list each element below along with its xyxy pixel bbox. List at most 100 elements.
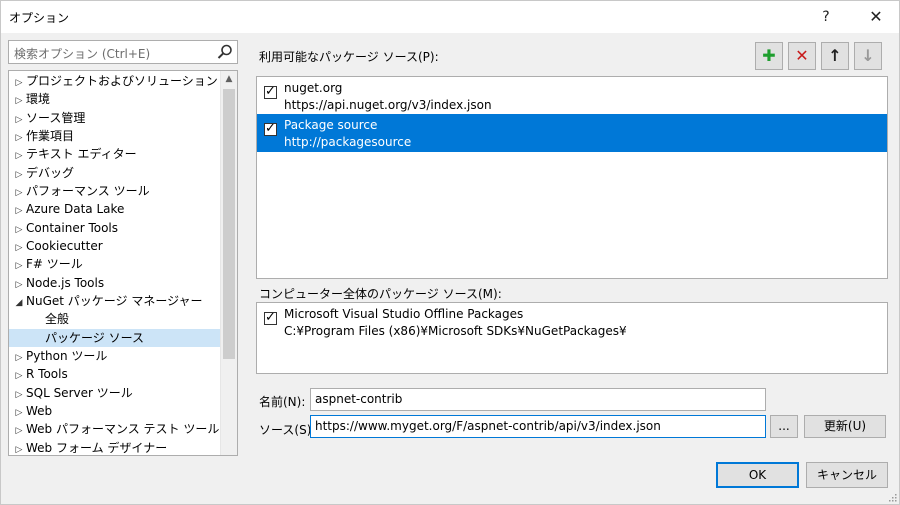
tree-item[interactable]: ▷ 作業項目 (9, 127, 220, 145)
expand-arrow-icon[interactable]: ▷ (12, 404, 26, 422)
expand-arrow-icon[interactable]: ▷ (12, 202, 26, 220)
search-icon[interactable] (216, 43, 234, 61)
expand-arrow-icon[interactable]: ▷ (12, 239, 26, 257)
tree-item[interactable]: ▷ 環境 (9, 90, 220, 108)
source-checkbox[interactable]: ✓ (264, 121, 277, 136)
move-down-button[interactable]: ↓ (854, 42, 882, 70)
tree-item-label: 作業項目 (26, 128, 75, 143)
source-name: Microsoft Visual Studio Offline Packages (284, 307, 524, 321)
tree-item[interactable]: ▷ Azure Data Lake (9, 200, 220, 218)
source-url: C:¥Program Files (x86)¥Microsoft SDKs¥Nu… (284, 324, 627, 338)
update-button[interactable]: 更新(U) (804, 415, 886, 438)
tree-item-label: Azure Data Lake (26, 202, 125, 217)
expand-arrow-icon[interactable]: ▷ (12, 147, 26, 165)
add-source-button[interactable]: ✚ (755, 42, 783, 70)
tree-item-label: Node.js Tools (26, 275, 105, 290)
search-input[interactable]: 検索オプション (Ctrl+E) (8, 40, 238, 64)
tree-item[interactable]: ▷ Container Tools (9, 219, 220, 237)
remove-icon: ✕ (795, 46, 809, 65)
expand-arrow-icon[interactable]: ▷ (12, 129, 26, 147)
tree-item[interactable]: ▷ Web フォーム デザイナー (9, 439, 220, 455)
tree-item[interactable]: ▷ パフォーマンス ツール (9, 182, 220, 200)
tree-item[interactable]: ▷ F# ツール (9, 255, 220, 273)
tree-item-label: Container Tools (26, 220, 119, 235)
title-bar: オプション ? ✕ (1, 1, 899, 33)
tree-item[interactable]: ▷ Web パフォーマンス テスト ツール (9, 420, 220, 438)
tree-item-label: パッケージ ソース (45, 330, 144, 345)
tree-item[interactable]: 全般 (9, 310, 220, 328)
expand-arrow-icon[interactable]: ▷ (12, 111, 26, 129)
tree-item-label: テキスト エディター (26, 147, 137, 162)
tree-item[interactable]: ▷ Node.js Tools (9, 274, 220, 292)
tree-item[interactable]: ◢ NuGet パッケージ マネージャー (9, 292, 220, 310)
source-item-offline[interactable]: ✓ Microsoft Visual Studio Offline Packag… (257, 303, 887, 341)
expand-arrow-icon[interactable]: ▷ (12, 74, 26, 92)
tree-item[interactable]: ▷ R Tools (9, 365, 220, 383)
source-name: nuget.org (284, 81, 343, 95)
source-url: https://api.nuget.org/v3/index.json (284, 98, 492, 112)
tree-item-label: プロジェクトおよびソリューション (26, 74, 218, 88)
close-button[interactable]: ✕ (853, 1, 899, 33)
name-label: 名前(N): (259, 395, 306, 409)
expand-arrow-icon[interactable]: ▷ (12, 386, 26, 404)
expand-arrow-icon[interactable]: ▷ (12, 221, 26, 239)
scroll-up-arrow-icon[interactable]: ▲ (221, 71, 237, 88)
source-checkbox[interactable]: ✓ (264, 310, 277, 325)
source-item-nuget[interactable]: ✓ nuget.org https://api.nuget.org/v3/ind… (257, 77, 887, 115)
options-tree[interactable]: ▷ プロジェクトおよびソリューション ▷ 環境 ▷ ソース管理 ▷ 作業項目 ▷ テキスト エディ… (8, 70, 238, 456)
tree-item[interactable]: ▷ Python ツール (9, 347, 220, 365)
source-field[interactable]: https://www.myget.org/F/aspnet-contrib/a… (310, 415, 766, 438)
tree-item[interactable]: パッケージ ソース (9, 328, 220, 347)
remove-source-button[interactable]: ✕ (788, 42, 816, 70)
resize-grip-icon[interactable] (887, 492, 897, 502)
checkmark-icon: ✓ (265, 310, 276, 325)
tree-item-label: Web パフォーマンス テスト ツール (26, 422, 220, 437)
tree-item[interactable]: ▷ プロジェクトおよびソリューション (9, 72, 220, 90)
available-sources-label: 利用可能なパッケージ ソース(P): (259, 50, 439, 64)
tree-item-label: ソース管理 (26, 110, 86, 125)
source-url: http://packagesource (284, 135, 412, 149)
move-up-button[interactable]: ↑ (821, 42, 849, 70)
tree-scrollbar[interactable]: ▲ (220, 71, 237, 455)
ok-button[interactable]: OK (716, 462, 799, 488)
tree-item[interactable]: ▷ デバッグ (9, 164, 220, 182)
options-dialog: オプション ? ✕ 検索オプション (Ctrl+E) ▷ プロジェクトおよびソリュ… (0, 0, 900, 505)
arrow-up-icon: ↑ (828, 46, 842, 65)
tree-item-label: SQL Server ツール (26, 385, 133, 400)
window-title: オプション (9, 11, 70, 25)
tree-item[interactable]: ▷ Web (9, 402, 220, 420)
source-checkbox[interactable]: ✓ (264, 84, 277, 99)
tree-item-label: パフォーマンス ツール (26, 183, 150, 198)
name-field[interactable]: aspnet-contrib (310, 388, 766, 411)
tree-item-label: F# ツール (26, 257, 83, 272)
expand-arrow-icon[interactable]: ▷ (12, 441, 26, 455)
machine-sources-list[interactable]: ✓ Microsoft Visual Studio Offline Packag… (256, 302, 888, 374)
expand-arrow-icon[interactable]: ▷ (12, 184, 26, 202)
tree-item[interactable]: ▷ テキスト エディター (9, 145, 220, 163)
expand-arrow-icon[interactable]: ▷ (12, 367, 26, 385)
help-button[interactable]: ? (803, 1, 849, 33)
search-placeholder: 検索オプション (Ctrl+E) (14, 47, 151, 61)
scroll-thumb[interactable] (223, 89, 235, 359)
tree-item-label: デバッグ (26, 165, 75, 180)
tree-item-label: 環境 (26, 92, 51, 107)
tree-item[interactable]: ▷ Cookiecutter (9, 237, 220, 255)
tree-item[interactable]: ▷ SQL Server ツール (9, 384, 220, 402)
tree-item-label: Python ツール (26, 348, 108, 363)
tree-item[interactable]: ▷ ソース管理 (9, 109, 220, 127)
expand-arrow-icon[interactable]: ▷ (12, 422, 26, 440)
plus-icon: ✚ (762, 46, 776, 65)
browse-button[interactable]: ... (770, 415, 798, 438)
checkmark-icon: ✓ (265, 121, 276, 136)
expand-arrow-icon[interactable]: ▷ (12, 166, 26, 184)
expanded-arrow-icon[interactable]: ◢ (12, 294, 26, 312)
tree-item-label: Web フォーム デザイナー (26, 440, 168, 455)
source-item-package-source[interactable]: ✓ Package source http://packagesource (257, 114, 887, 152)
expand-arrow-icon[interactable]: ▷ (12, 349, 26, 367)
expand-arrow-icon[interactable]: ▷ (12, 92, 26, 110)
tree-item-label: Cookiecutter (26, 238, 103, 253)
expand-arrow-icon[interactable]: ▷ (12, 257, 26, 275)
available-sources-list[interactable]: ✓ nuget.org https://api.nuget.org/v3/ind… (256, 76, 888, 279)
cancel-button[interactable]: キャンセル (806, 462, 888, 488)
expand-arrow-icon[interactable]: ▷ (12, 276, 26, 294)
